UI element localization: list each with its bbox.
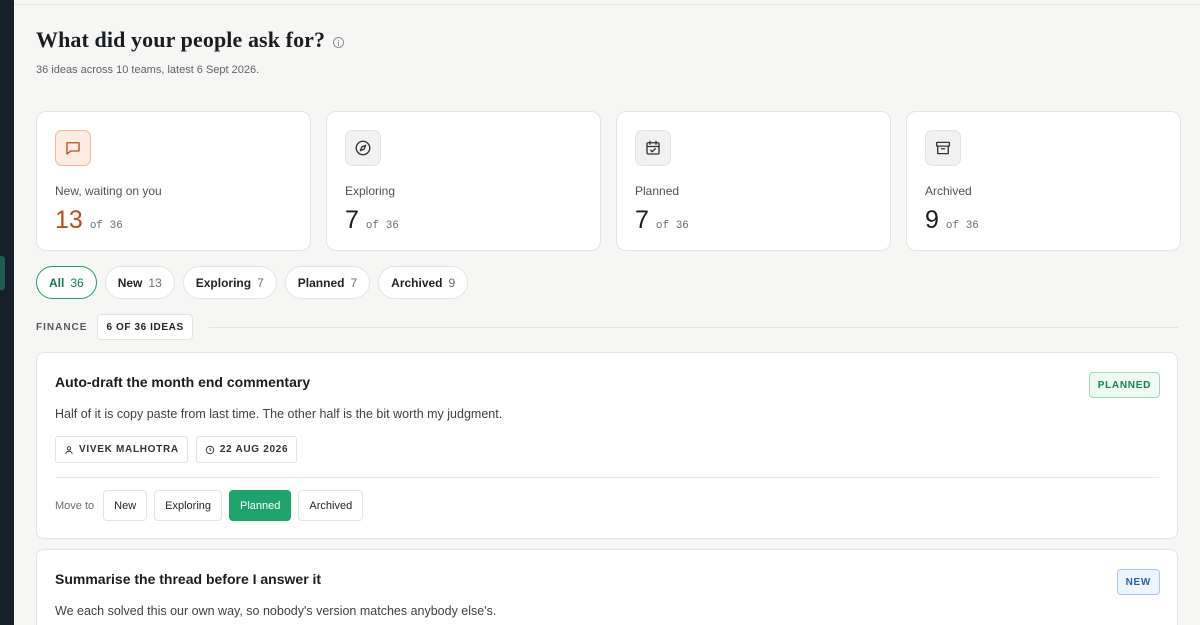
stat-label: Exploring xyxy=(345,184,396,198)
move-to-controls: Move to New Exploring Planned Archived xyxy=(55,490,364,521)
stat-card-planned[interactable]: Planned 7 of 36 xyxy=(616,111,891,251)
status-badge: PLANNED xyxy=(1088,372,1160,398)
stat-value: 7 of 36 xyxy=(635,206,689,235)
idea-description: We each solved this our own way, so nobo… xyxy=(55,604,497,618)
group-label: FINANCE xyxy=(36,321,88,333)
user-icon xyxy=(64,445,74,455)
clock-icon xyxy=(205,445,215,455)
stat-value: 13 of 36 xyxy=(55,206,123,235)
filter-count: 13 xyxy=(148,275,162,290)
filter-all[interactable]: All 36 xyxy=(36,266,97,299)
page-title-text: What did your people ask for? xyxy=(36,27,326,52)
compass-icon xyxy=(345,130,381,166)
stat-number: 7 xyxy=(345,206,359,234)
move-to-label: Move to xyxy=(55,499,95,512)
stat-number: 7 xyxy=(635,206,649,234)
stat-number: 13 xyxy=(55,206,83,234)
filter-count: 7 xyxy=(257,275,264,290)
date-chip: 22 AUG 2026 xyxy=(195,436,298,463)
idea-card: Summarise the thread before I answer it … xyxy=(36,549,1178,625)
idea-meta: VIVEK MALHOTRA 22 AUG 2026 xyxy=(55,436,298,463)
author-name: VIVEK MALHOTRA xyxy=(79,444,179,455)
stat-card-archived[interactable]: Archived 9 of 36 xyxy=(906,111,1181,251)
stat-label: Planned xyxy=(635,184,680,198)
stat-value: 9 of 36 xyxy=(925,206,979,235)
filter-count: 36 xyxy=(70,275,84,290)
filter-label: Planned xyxy=(297,275,345,290)
move-to-exploring-button[interactable]: Exploring xyxy=(154,490,223,521)
group-count-badge: 6 OF 36 IDEAS xyxy=(97,314,193,340)
stat-card-exploring[interactable]: Exploring 7 of 36 xyxy=(326,111,601,251)
stat-value: 7 of 36 xyxy=(345,206,399,235)
filter-label: All xyxy=(49,275,65,290)
group-divider xyxy=(208,326,1178,328)
filter-new[interactable]: New 13 xyxy=(104,266,175,299)
idea-date: 22 AUG 2026 xyxy=(219,444,289,455)
card-divider xyxy=(55,477,1159,478)
page-title: What did your people ask for? xyxy=(36,27,345,53)
archive-icon xyxy=(925,130,961,166)
stat-total: of 36 xyxy=(365,220,399,232)
idea-title: Auto-draft the month end commentary xyxy=(55,374,311,390)
filter-label: Archived xyxy=(391,275,443,290)
idea-title: Summarise the thread before I answer it xyxy=(55,571,322,587)
status-filter-bar: All 36 New 13 Exploring 7 Planned 7 Arch… xyxy=(36,266,469,299)
stat-total: of 36 xyxy=(945,220,979,232)
filter-planned[interactable]: Planned 7 xyxy=(284,266,371,299)
filter-label: New xyxy=(117,275,143,290)
filter-label: Exploring xyxy=(195,275,252,290)
calendar-check-icon xyxy=(635,130,671,166)
filter-count: 9 xyxy=(448,275,456,290)
move-to-archived-button[interactable]: Archived xyxy=(298,490,364,521)
message-square-icon xyxy=(55,130,91,166)
stat-label: New, waiting on you xyxy=(55,184,162,198)
filter-count: 7 xyxy=(350,275,358,290)
idea-card: Auto-draft the month end commentary PLAN… xyxy=(36,352,1178,539)
filter-archived[interactable]: Archived 9 xyxy=(378,266,469,299)
left-rail xyxy=(0,0,14,625)
author-chip: VIVEK MALHOTRA xyxy=(55,436,188,463)
status-badge: NEW xyxy=(1116,569,1160,595)
stat-label: Archived xyxy=(925,184,972,198)
group-header: FINANCE 6 OF 36 IDEAS xyxy=(36,314,1178,340)
stat-total: of 36 xyxy=(655,220,689,232)
info-icon[interactable] xyxy=(333,36,345,48)
top-divider xyxy=(14,4,1200,5)
stat-number: 9 xyxy=(925,206,939,234)
stat-cards: New, waiting on you 13 of 36 Exploring 7… xyxy=(36,111,1181,251)
filter-exploring[interactable]: Exploring 7 xyxy=(182,266,277,299)
stat-total: of 36 xyxy=(89,220,123,232)
move-to-new-button[interactable]: New xyxy=(103,490,148,521)
idea-description: Half of it is copy paste from last time.… xyxy=(55,407,503,421)
rail-active-marker xyxy=(0,256,5,290)
move-to-planned-button[interactable]: Planned xyxy=(229,490,292,521)
stat-card-new[interactable]: New, waiting on you 13 of 36 xyxy=(36,111,311,251)
page-subtitle: 36 ideas across 10 teams, latest 6 Sept … xyxy=(36,64,260,76)
